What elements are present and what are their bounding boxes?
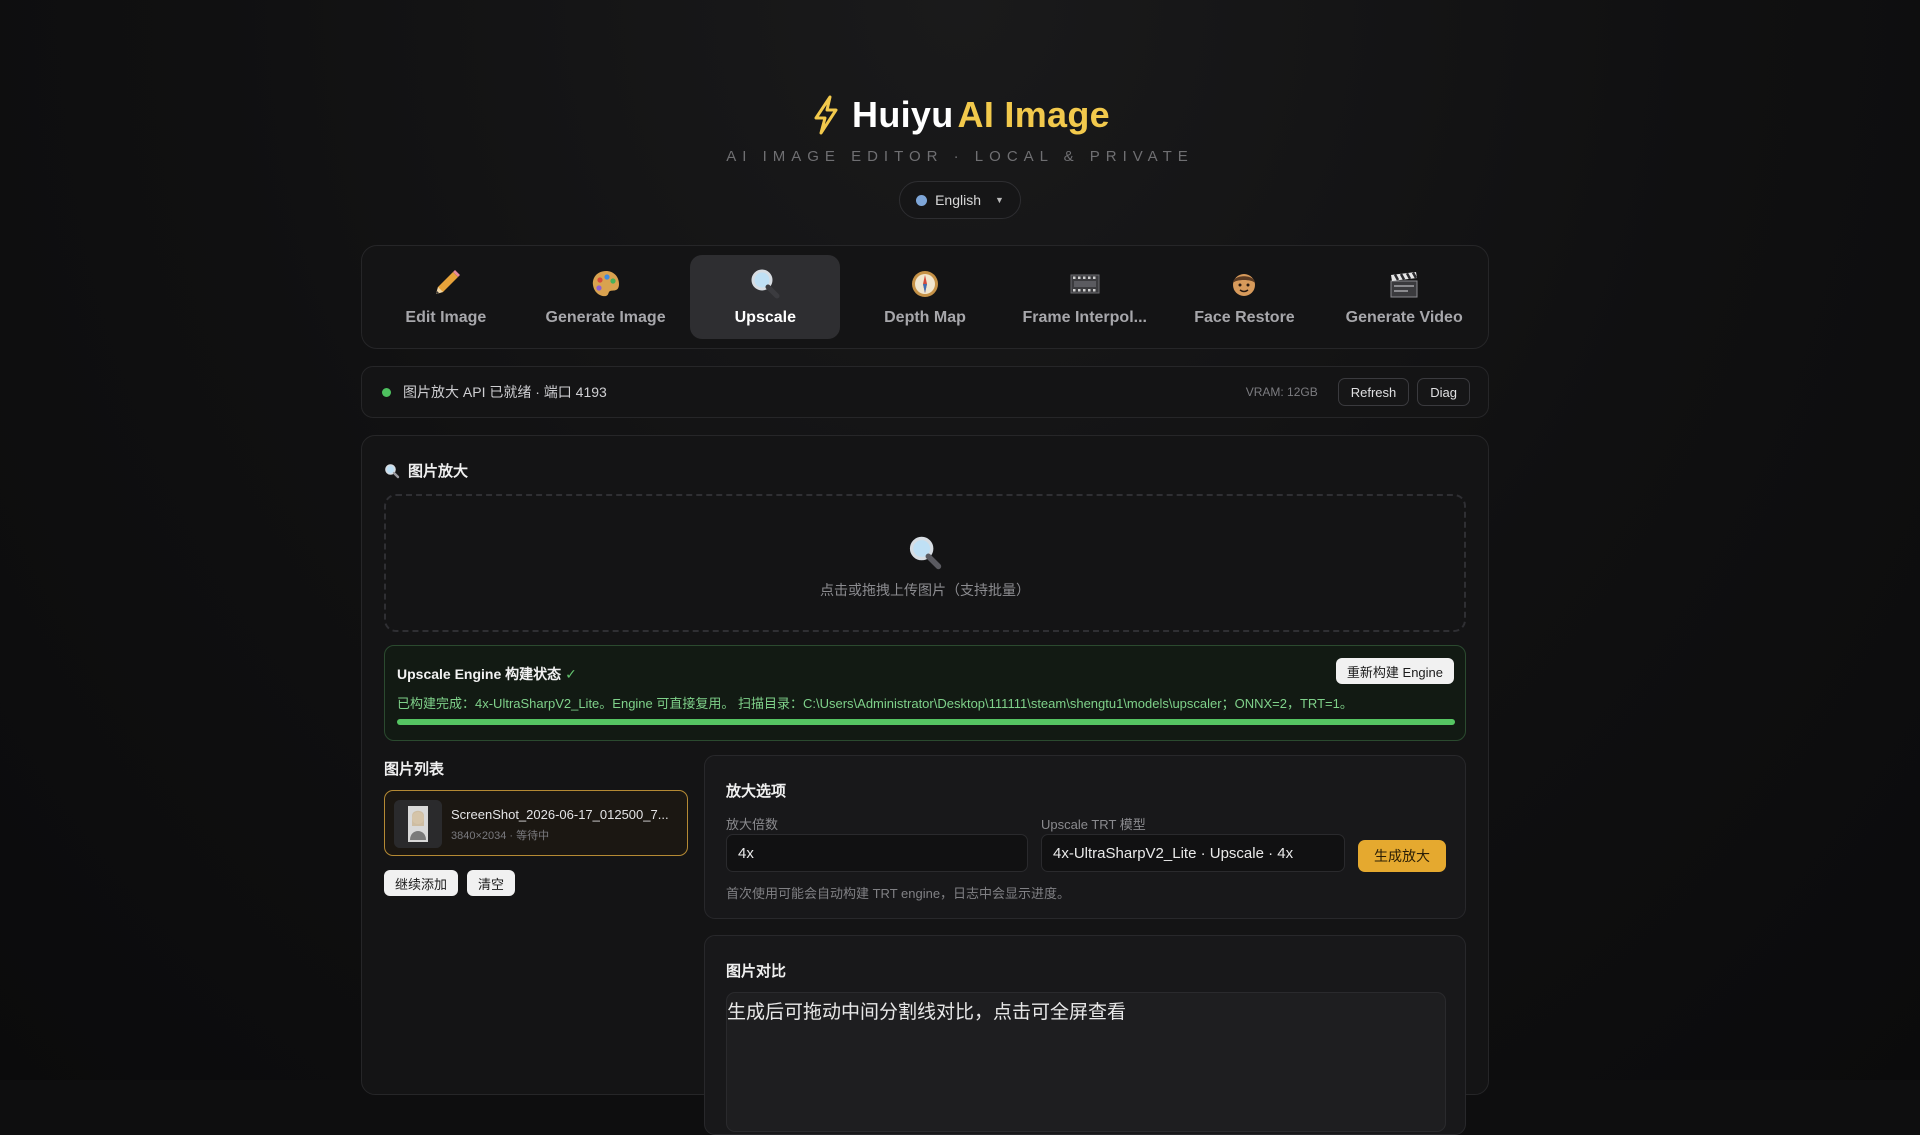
title-huiyu: Huiyu: [852, 94, 954, 135]
status-text: 图片放大 API 已就绪 · 端口 4193: [403, 384, 607, 400]
scale-label: 放大倍数: [726, 817, 779, 832]
vram-label: VRAM: 12GB: [1245, 385, 1318, 399]
image-list-title: 图片列表: [384, 761, 445, 778]
engine-build-status: Upscale Engine 构建状态 ✓ 重新构建 Engine 已构建完成：4…: [384, 645, 1466, 741]
model-select[interactable]: 4x-UltraSharpV2_Lite · Upscale · 4x: [1041, 834, 1345, 872]
add-more-button[interactable]: 继续添加: [384, 870, 459, 896]
tab-frame-interpolation[interactable]: Frame Interpol...: [1010, 255, 1160, 339]
compare-placeholder: 生成后可拖动中间分割线对比，点击可全屏查看: [727, 1002, 1127, 1023]
tab-label: Frame Interpol...: [1022, 309, 1147, 326]
lightning-icon: [814, 95, 838, 135]
panel-title-text: 图片放大: [408, 463, 469, 480]
tab-label: Edit Image: [405, 309, 487, 326]
language-label: English: [935, 192, 981, 208]
compare-viewer[interactable]: 生成后可拖动中间分割线对比，点击可全屏查看: [726, 992, 1446, 1132]
diag-button[interactable]: Diag: [1417, 378, 1470, 406]
engine-status-message: 已构建完成：4x-UltraSharpV2_Lite。Engine 可直接复用。…: [397, 696, 1353, 711]
image-thumbnail: [394, 800, 442, 848]
tab-generate-image[interactable]: Generate Image: [531, 255, 681, 339]
tab-label: Depth Map: [884, 309, 966, 326]
dropzone-hint: 点击或拖拽上传图片（支持批量）: [820, 582, 1030, 598]
app-title: Huiyu AI Image: [810, 94, 1110, 136]
tool-tab-bar: Edit Image Generate Image Upscale Depth …: [361, 245, 1489, 349]
image-list-actions: 继续添加 清空: [384, 870, 516, 896]
status-indicator: [382, 387, 391, 397]
engine-status-title: Upscale Engine 构建状态 ✓: [397, 664, 577, 684]
app-subtitle: AI IMAGE EDITOR · LOCAL & PRIVATE: [726, 148, 1194, 165]
tab-edit-image[interactable]: Edit Image: [371, 255, 521, 339]
image-compare-card: 图片对比 生成后可拖动中间分割线对比，点击可全屏查看: [704, 935, 1466, 1135]
tab-label: Generate Video: [1345, 309, 1463, 326]
engine-progress-fill: [397, 719, 1455, 725]
generate-upscale-button[interactable]: 生成放大: [1358, 840, 1446, 872]
upscale-options-card: 放大选项 放大倍数 4x Upscale TRT 模型 4x-UltraShar…: [704, 755, 1466, 919]
clear-button[interactable]: 清空: [467, 870, 516, 896]
magnifier-icon: [909, 536, 942, 570]
options-note: 首次使用可能会自动构建 TRT engine，日志中会显示进度。: [726, 886, 1071, 901]
options-title: 放大选项: [726, 783, 787, 800]
upload-dropzone[interactable]: 点击或拖拽上传图片（支持批量）: [384, 494, 1466, 632]
tab-label: Upscale: [734, 309, 796, 326]
compare-title: 图片对比: [726, 963, 787, 980]
pencil-icon: [435, 270, 460, 294]
rebuild-engine-button[interactable]: 重新构建 Engine: [1335, 658, 1454, 684]
portrait-thumbnail-icon: [394, 800, 442, 848]
app-header: Huiyu AI Image AI IMAGE EDITOR · LOCAL & …: [0, 94, 1920, 219]
tab-label: Face Restore: [1194, 309, 1295, 326]
scale-select[interactable]: 4x: [726, 834, 1028, 872]
model-label: Upscale TRT 模型: [1041, 817, 1146, 832]
check-icon: ✓: [565, 666, 577, 682]
engine-progress-bar: [397, 719, 1455, 725]
magnifier-icon: [385, 463, 400, 478]
refresh-button[interactable]: Refresh: [1337, 378, 1410, 406]
file-name: ScreenShot_2026-06-17_012500_7...: [451, 807, 669, 822]
panel-title: 图片放大: [384, 460, 468, 481]
chevron-down-icon: ▼: [995, 195, 1004, 205]
list-item[interactable]: ScreenShot_2026-06-17_012500_7... 3840×2…: [384, 790, 688, 856]
compass-icon: [912, 271, 939, 297]
tab-label: Generate Image: [545, 309, 666, 326]
film-strip-icon: [1070, 274, 1100, 294]
language-selector[interactable]: English ▼: [899, 181, 1021, 219]
api-status-bar: 图片放大 API 已就绪 · 端口 4193 VRAM: 12GB Refres…: [361, 366, 1489, 418]
tab-face-restore[interactable]: Face Restore: [1170, 255, 1320, 339]
upscale-panel: 图片放大 点击或拖拽上传图片（支持批量） Upscale Engine 构建状态…: [361, 435, 1489, 1135]
palette-icon: [592, 271, 619, 297]
globe-icon: [916, 194, 928, 206]
engine-title-text: Upscale Engine 构建状态: [397, 666, 562, 682]
tab-upscale[interactable]: Upscale: [690, 255, 841, 339]
tab-generate-video[interactable]: Generate Video: [1329, 255, 1479, 339]
clapperboard-icon: [1390, 271, 1418, 298]
tab-depth-map[interactable]: Depth Map: [850, 255, 1000, 339]
title-ai-image: AI Image: [957, 94, 1110, 135]
magnifier-icon: [751, 269, 780, 299]
file-meta: 3840×2034 · 等待中: [451, 830, 550, 842]
face-icon: [1233, 274, 1256, 296]
